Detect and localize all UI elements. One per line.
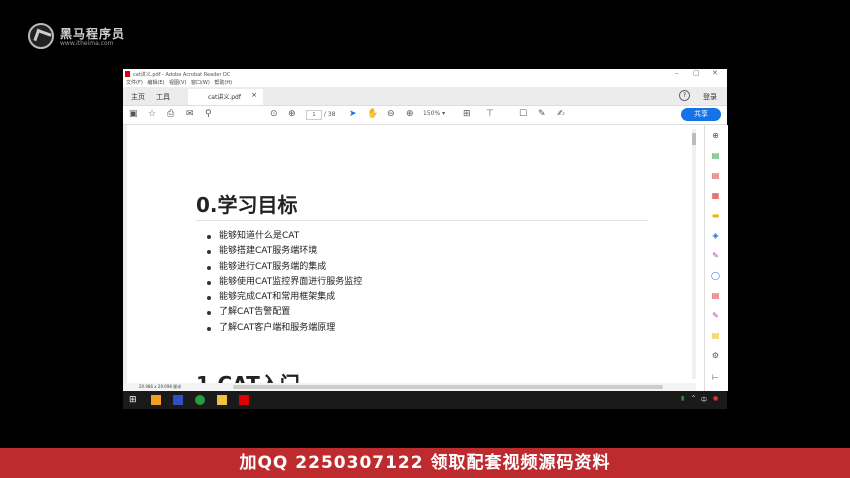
help-icon[interactable]: ?: [679, 90, 690, 101]
menu-file[interactable]: 文件(F): [126, 80, 143, 86]
list-item: 了解CAT客户端和服务端原理: [207, 321, 362, 336]
zoom-in-icon[interactable]: ⊕: [406, 109, 414, 119]
zoom-select[interactable]: 150% ▾: [423, 110, 445, 117]
title-bar: cat讲义.pdf - Adobe Acrobat Reader DC – ▢ …: [123, 69, 727, 79]
status-bar: 20.986 x 29.698 厘米: [123, 383, 696, 391]
document-view[interactable]: 0.学习目标 能够知道什么是CAT 能够搭建CAT服务端环境 能够进行CAT服务…: [123, 125, 696, 387]
next-page-icon[interactable]: ⊕: [288, 109, 296, 119]
windows-start-icon[interactable]: ⊞: [129, 395, 139, 405]
file-explorer-icon[interactable]: [217, 395, 227, 405]
list-item: 能够进行CAT服务端的集成: [207, 260, 362, 275]
list-item: 能够使用CAT监控界面进行服务监控: [207, 275, 362, 290]
scan-icon[interactable]: ▤: [711, 331, 720, 340]
send-tool-icon[interactable]: ◈: [711, 231, 720, 240]
battery-icon[interactable]: ▮: [681, 395, 684, 402]
search-icon[interactable]: ⚲: [205, 109, 212, 119]
menu-edit[interactable]: 编辑(E): [147, 80, 164, 86]
right-tools-panel: ⊕ ▤ ▤ ▦ ▬ ◈ ✎ ◯ ▤ ✎ ▤ ⚙ ⊢: [704, 125, 728, 391]
highlight-pen-icon[interactable]: ✎: [538, 109, 546, 119]
page-total: / 38: [323, 111, 336, 118]
page-number-input[interactable]: 1: [306, 110, 322, 120]
brand-logo: 黑马程序员 www.itheima.com: [28, 23, 138, 51]
tray-app-icon[interactable]: ●: [713, 395, 718, 402]
organize-pages-icon[interactable]: ▦: [711, 191, 720, 200]
tab-home[interactable]: 主页: [131, 92, 145, 102]
comment-icon[interactable]: ☐: [519, 109, 527, 119]
horse-logo-icon: [28, 23, 54, 49]
protect-icon[interactable]: ◯: [711, 271, 720, 280]
compress-pdf-icon[interactable]: ▤: [711, 291, 720, 300]
brand-url: www.itheima.com: [60, 40, 114, 47]
goals-list: 能够知道什么是CAT 能够搭建CAT服务端环境 能够进行CAT服务端的集成 能够…: [207, 229, 362, 336]
horizontal-scrollbar[interactable]: [233, 385, 663, 389]
list-item: 能够搭建CAT服务端环境: [207, 244, 362, 259]
print-icon[interactable]: ⎙: [167, 109, 174, 119]
input-language[interactable]: 中: [701, 395, 707, 404]
chrome-icon[interactable]: [195, 395, 205, 405]
zoom-out-icon[interactable]: ⊖: [387, 109, 395, 119]
sign-icon[interactable]: ✍: [557, 109, 565, 119]
vertical-scrollbar[interactable]: [692, 129, 696, 379]
promo-banner: 加QQ 2250307122 领取配套视频源码资料: [0, 448, 850, 478]
window-title: cat讲义.pdf - Adobe Acrobat Reader DC: [133, 72, 231, 78]
zoom-tool-icon[interactable]: ⊕: [711, 131, 720, 140]
fill-sign-icon[interactable]: ✎: [711, 251, 720, 260]
create-pdf-icon[interactable]: ▤: [711, 171, 720, 180]
select-cursor-icon[interactable]: ➤: [349, 109, 357, 119]
tab-document[interactable]: cat讲义.pdf ×: [188, 89, 263, 105]
more-tools-icon[interactable]: ⚙: [711, 351, 720, 360]
export-pdf-icon[interactable]: ▤: [711, 151, 720, 160]
menu-help[interactable]: 帮助(H): [214, 80, 232, 86]
menu-view[interactable]: 视图(V): [169, 80, 186, 86]
tab-document-label: cat讲义.pdf: [208, 94, 241, 101]
menu-window[interactable]: 窗口(W): [191, 80, 210, 86]
tab-close-icon[interactable]: ×: [251, 91, 257, 99]
comment-tool-icon[interactable]: ▬: [711, 211, 720, 220]
page-size: 20.986 x 29.698 厘米: [139, 384, 182, 389]
tab-tools[interactable]: 工具: [156, 92, 170, 102]
login-link[interactable]: 登录: [703, 92, 717, 102]
minimize-icon[interactable]: –: [675, 69, 679, 77]
acrobat-window: cat讲义.pdf - Adobe Acrobat Reader DC – ▢ …: [123, 69, 728, 391]
fit-page-icon[interactable]: ⊞: [463, 109, 471, 119]
email-icon[interactable]: ✉: [186, 109, 194, 119]
app-icon-1[interactable]: [151, 395, 161, 405]
zoom-value: 150%: [423, 110, 441, 117]
acrobat-taskbar-icon[interactable]: [239, 395, 249, 405]
prev-page-icon[interactable]: ⊙: [270, 109, 278, 119]
list-item: 能够知道什么是CAT: [207, 229, 362, 244]
share-button[interactable]: 共享: [681, 108, 721, 121]
tab-bar: 主页 工具 cat讲义.pdf × ? 登录: [123, 87, 727, 106]
toolbar: ▣ ☆ ⎙ ✉ ⚲ ⊙ ⊕ 1 / 38 ➤ ✋ ⊖ ⊕ 150% ▾ ⊞ ⊤ …: [123, 106, 727, 125]
list-item: 了解CAT告警配置: [207, 305, 362, 320]
edit-pdf-icon[interactable]: ✎: [711, 311, 720, 320]
app-icon-2[interactable]: [173, 395, 183, 405]
maximize-icon[interactable]: ▢: [693, 69, 700, 77]
scroll-thumb[interactable]: [692, 133, 696, 145]
hand-tool-icon[interactable]: ✋: [367, 109, 378, 119]
close-window-icon[interactable]: ✕: [712, 69, 718, 77]
tray-chevron-icon[interactable]: ^: [691, 395, 696, 402]
heading-learning-goals: 0.学习目标: [196, 193, 298, 217]
page-navigator: 1 / 38: [306, 110, 336, 120]
collapse-panel-icon[interactable]: ⊢: [711, 373, 720, 382]
scroll-mode-icon[interactable]: ⊤: [486, 109, 494, 119]
bookmark-star-icon[interactable]: ☆: [148, 109, 156, 119]
save-icon[interactable]: ▣: [129, 109, 138, 119]
heading-divider: [196, 220, 648, 221]
list-item: 能够完成CAT和常用框架集成: [207, 290, 362, 305]
pdf-app-icon: [125, 71, 130, 77]
menu-bar: 文件(F) 编辑(E) 视图(V) 窗口(W) 帮助(H): [123, 79, 727, 87]
share-label: 共享: [694, 110, 708, 118]
taskbar: ⊞ ▮ ^ 中 ●: [123, 391, 727, 409]
